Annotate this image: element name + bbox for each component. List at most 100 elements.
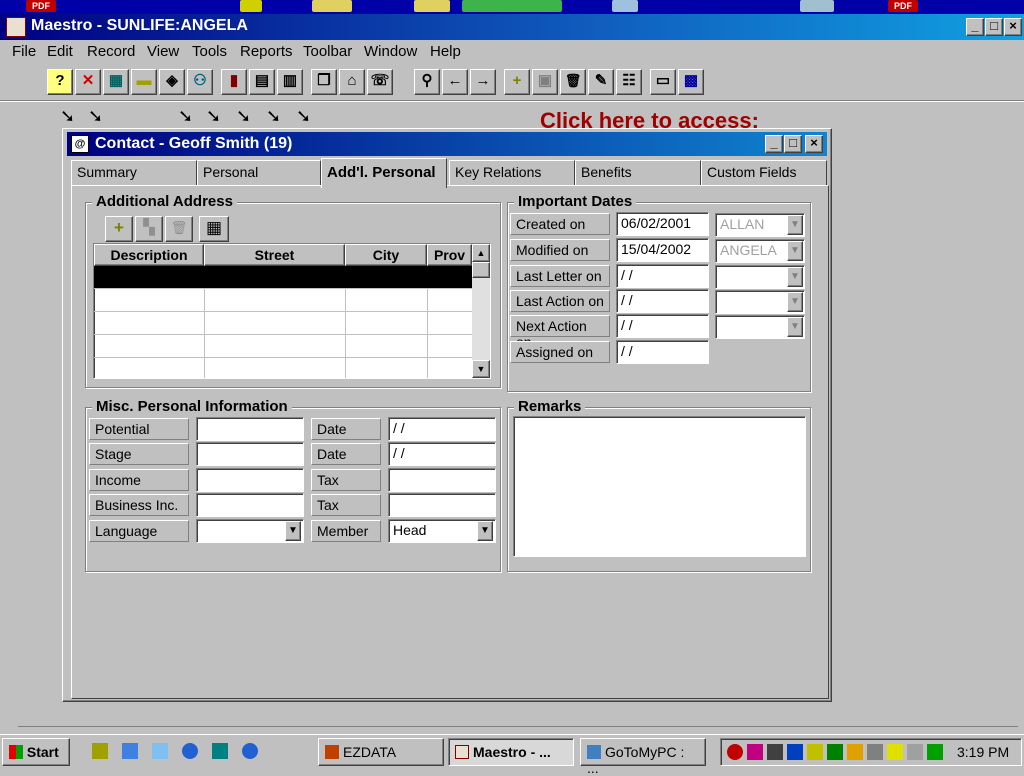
task-gotomypc[interactable]: GoToMyPC : ... (580, 738, 706, 776)
chevron-down-icon[interactable]: ▼ (787, 267, 803, 287)
desktop-icon[interactable] (612, 0, 638, 12)
column-header-city[interactable]: City (345, 244, 427, 266)
tab-personal[interactable]: Personal (197, 160, 321, 186)
menu-help[interactable]: Help (430, 43, 461, 60)
chevron-down-icon[interactable]: ▼ (787, 292, 803, 312)
arrow-right-icon[interactable]: → (470, 69, 496, 95)
scroll-up-icon[interactable]: ▲ (472, 244, 490, 262)
tray-icon[interactable] (927, 744, 943, 760)
tray-icon[interactable] (727, 744, 743, 760)
menu-reports[interactable]: Reports (240, 43, 293, 60)
contact-minimize-button[interactable]: _ (765, 135, 783, 153)
menu-tools[interactable]: Tools (192, 43, 227, 60)
contact-title-bar[interactable]: @ Contact - Geoff Smith (19) _ □ × (67, 132, 827, 156)
copy-icon[interactable]: ❐ (311, 69, 337, 95)
table-row[interactable] (94, 289, 472, 312)
close-x-icon[interactable]: ✕ (75, 69, 101, 95)
chevron-down-icon[interactable]: ▼ (285, 521, 301, 541)
tray-icon[interactable] (847, 744, 863, 760)
tray-icon[interactable] (907, 744, 923, 760)
task-maestro[interactable]: Maestro - ... (448, 738, 574, 766)
pdf-desktop-icon[interactable]: PDF (26, 0, 56, 12)
quicklaunch-icon[interactable] (122, 743, 138, 759)
clock[interactable]: 3:19 PM (957, 744, 1009, 760)
table-row-selected[interactable] (94, 266, 472, 289)
column-header-prov[interactable]: Prov (427, 244, 472, 266)
ie-icon[interactable] (242, 743, 258, 759)
menu-edit[interactable]: Edit (47, 43, 73, 60)
ledger-icon[interactable]: ▤ (249, 69, 275, 95)
people-icon[interactable]: ⚇ (187, 69, 213, 95)
business-tax-field[interactable] (388, 493, 496, 517)
phone-icon[interactable]: ☏ (367, 69, 393, 95)
table-row[interactable] (94, 312, 472, 335)
column-header-description[interactable]: Description (94, 244, 204, 266)
arrow-left-icon[interactable]: ← (442, 69, 468, 95)
tab-addl-personal[interactable]: Add'l. Personal (321, 158, 447, 188)
chevron-down-icon[interactable]: ▼ (477, 521, 493, 541)
menu-file[interactable]: File (12, 43, 36, 60)
maestro-app-icon[interactable] (6, 17, 26, 37)
menu-record[interactable]: Record (87, 43, 135, 60)
grid-view-button[interactable]: ▦ (199, 216, 229, 242)
modified-on-field[interactable]: 15/04/2002 (616, 238, 709, 262)
last-action-on-field[interactable]: / / (616, 289, 709, 313)
desktop-icon[interactable] (240, 0, 262, 12)
add-icon[interactable]: + (504, 69, 530, 95)
grid-scrollbar[interactable]: ▲ ▼ (472, 244, 490, 378)
card-icon[interactable]: ◈ (159, 69, 185, 95)
menu-toolbar[interactable]: Toolbar (303, 43, 352, 60)
calculator-icon[interactable]: ▦ (103, 69, 129, 95)
created-on-field[interactable]: 06/02/2001 (616, 212, 709, 236)
tray-icon[interactable] (807, 744, 823, 760)
trash-icon[interactable]: 🗑 (560, 69, 586, 95)
grid-icon[interactable]: ▩ (678, 69, 704, 95)
minimize-button[interactable]: _ (966, 18, 984, 36)
folder-desktop-icon[interactable] (414, 0, 450, 12)
start-button[interactable]: Start (2, 738, 70, 766)
table-row[interactable] (94, 358, 472, 381)
note-icon[interactable]: ▭ (650, 69, 676, 95)
chevron-down-icon[interactable]: ▼ (787, 317, 803, 337)
quicklaunch-icon[interactable] (152, 743, 168, 759)
tray-icon[interactable] (787, 744, 803, 760)
task-ezdata[interactable]: EZDATA (318, 738, 444, 766)
stage-field[interactable] (196, 442, 304, 466)
income-field[interactable] (196, 468, 304, 492)
edit-address-button[interactable]: ▚ (135, 216, 163, 242)
pdf-desktop-icon[interactable]: PDF (888, 0, 918, 12)
menu-view[interactable]: View (147, 43, 179, 60)
assigned-on-field[interactable]: / / (616, 340, 709, 364)
list-icon[interactable]: ☷ (616, 69, 642, 95)
tray-icon[interactable] (767, 744, 783, 760)
last-letter-on-field[interactable]: / / (616, 264, 709, 288)
close-button[interactable]: × (1004, 18, 1022, 36)
add-address-button[interactable]: + (105, 216, 133, 242)
column-header-street[interactable]: Street (204, 244, 345, 266)
business-inc-field[interactable] (196, 493, 304, 517)
house-icon[interactable]: ⌂ (339, 69, 365, 95)
next-action-on-field[interactable]: / / (616, 314, 709, 338)
tab-benefits[interactable]: Benefits (575, 160, 701, 186)
chevron-down-icon[interactable]: ▼ (787, 241, 803, 261)
main-title-bar[interactable]: Maestro - SUNLIFE:ANGELA _ □ × (0, 14, 1024, 40)
form-icon[interactable]: ▥ (277, 69, 303, 95)
binoculars-icon[interactable]: ⚲ (414, 69, 440, 95)
scroll-down-icon[interactable]: ▼ (472, 360, 490, 378)
chevron-down-icon[interactable]: ▼ (787, 215, 803, 235)
folder-desktop-icon[interactable] (312, 0, 352, 12)
contact-maximize-button[interactable]: □ (784, 135, 802, 153)
contact-close-button[interactable]: × (805, 135, 823, 153)
contact-app-icon[interactable]: @ (71, 135, 89, 153)
minus-icon[interactable]: ▬ (131, 69, 157, 95)
quicklaunch-icon[interactable] (92, 743, 108, 759)
income-tax-field[interactable] (388, 468, 496, 492)
help-icon[interactable]: ? (47, 69, 73, 95)
tray-icon[interactable] (887, 744, 903, 760)
scroll-thumb[interactable] (472, 262, 490, 278)
tray-icon[interactable] (747, 744, 763, 760)
quicklaunch-icon[interactable] (212, 743, 228, 759)
tab-key-relations[interactable]: Key Relations (449, 160, 575, 186)
tray-icon[interactable] (867, 744, 883, 760)
table-row[interactable] (94, 335, 472, 358)
